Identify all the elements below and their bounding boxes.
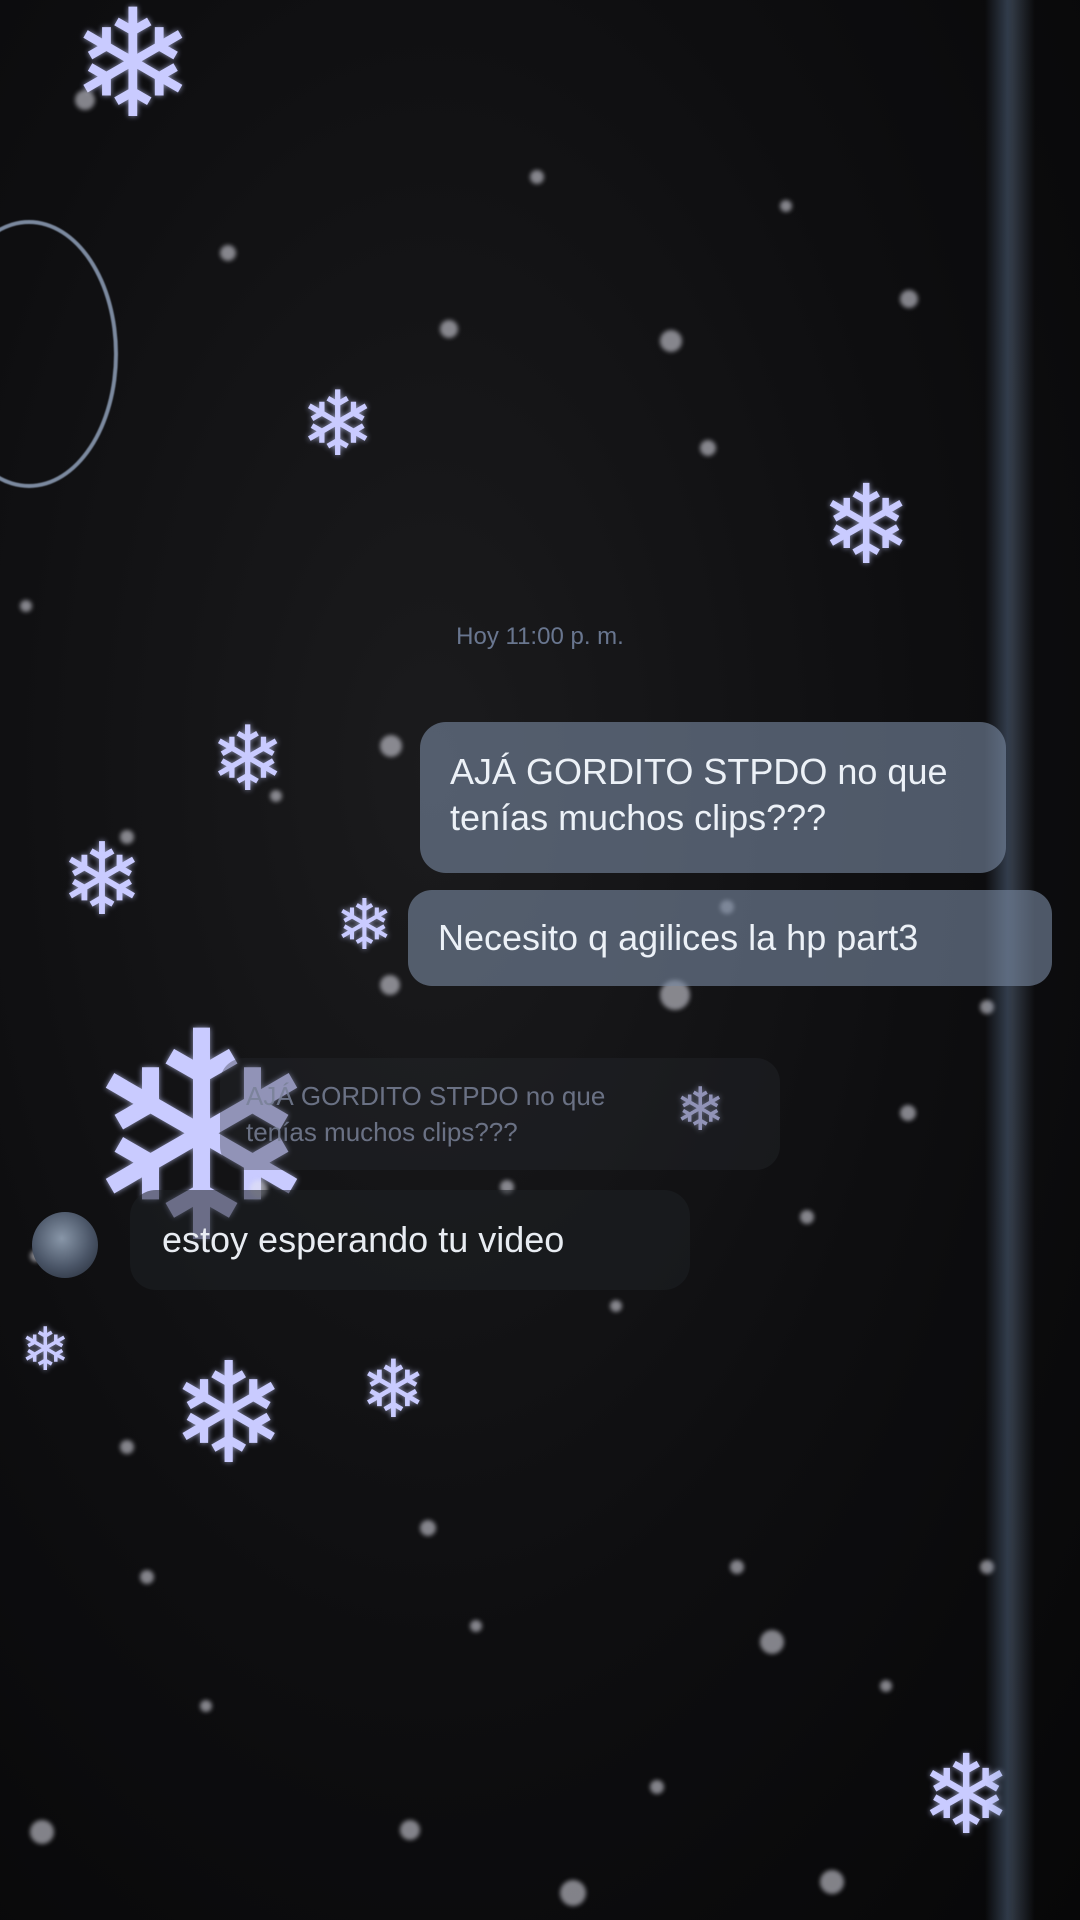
snow-particle — [120, 1440, 134, 1454]
snow-particle — [800, 1210, 814, 1224]
snowflake-icon: ❄ — [360, 1343, 428, 1436]
snow-particle — [400, 1820, 420, 1840]
snow-particle — [900, 1105, 916, 1121]
sent-message-bubble[interactable]: AJÁ GORDITO STPDO no que tenías muchos c… — [420, 722, 1006, 873]
snowflake-icon: ❄ — [70, 0, 196, 152]
snow-particle — [440, 320, 458, 338]
snow-particle — [820, 1870, 844, 1894]
snow-particle — [650, 1780, 664, 1794]
snowflake-icon: ❄ — [210, 707, 286, 812]
snow-particle — [120, 830, 134, 844]
snow-particle — [200, 1700, 212, 1712]
snow-particle — [610, 1300, 622, 1312]
snowflake-icon: ❄ — [300, 372, 376, 477]
avatar[interactable] — [32, 1212, 98, 1278]
snow-particle — [380, 735, 402, 757]
snow-particle — [880, 1680, 892, 1692]
snow-particle — [140, 1570, 154, 1584]
snow-particle — [700, 440, 716, 456]
snow-particle — [270, 790, 282, 802]
snow-particle — [760, 1630, 784, 1654]
snow-particle — [780, 200, 792, 212]
snow-particle — [470, 1620, 482, 1632]
chat-screen: ❄ ❄ ❄ ❄ ❄ ❄ ❄ ❄ ❄ ❄ ❄ ❄ Hoy 11:00 p. m. AJÁ GORDITO… — [0, 0, 1080, 1920]
snow-particle — [660, 330, 682, 352]
snow-particle — [530, 170, 544, 184]
snowflake-icon: ❄ — [335, 884, 394, 966]
snow-particle — [730, 1560, 744, 1574]
message-timestamp: Hoy 11:00 p. m. — [456, 623, 624, 650]
snow-particle — [560, 1880, 586, 1906]
sent-message-bubble[interactable]: Necesito q agilices la hp part3 — [408, 890, 1052, 986]
snow-particle — [220, 245, 236, 261]
reply-quote[interactable]: AJÁ GORDITO STPDO no que tenías muchos c… — [220, 1058, 780, 1170]
snow-particle — [900, 290, 918, 308]
ring-decoration — [0, 220, 118, 488]
snow-particle — [30, 1820, 54, 1844]
snow-particle — [75, 90, 95, 110]
snowflake-icon: ❄ — [820, 461, 913, 589]
snow-particle — [420, 1520, 436, 1536]
snowflake-icon: ❄ — [60, 821, 144, 938]
snowflake-icon: ❄ — [170, 1333, 288, 1496]
snow-particle — [380, 975, 400, 995]
snow-particle — [20, 600, 32, 612]
received-message-bubble[interactable]: estoy esperando tu video — [130, 1190, 690, 1290]
snowflake-icon: ❄ — [20, 1315, 71, 1385]
